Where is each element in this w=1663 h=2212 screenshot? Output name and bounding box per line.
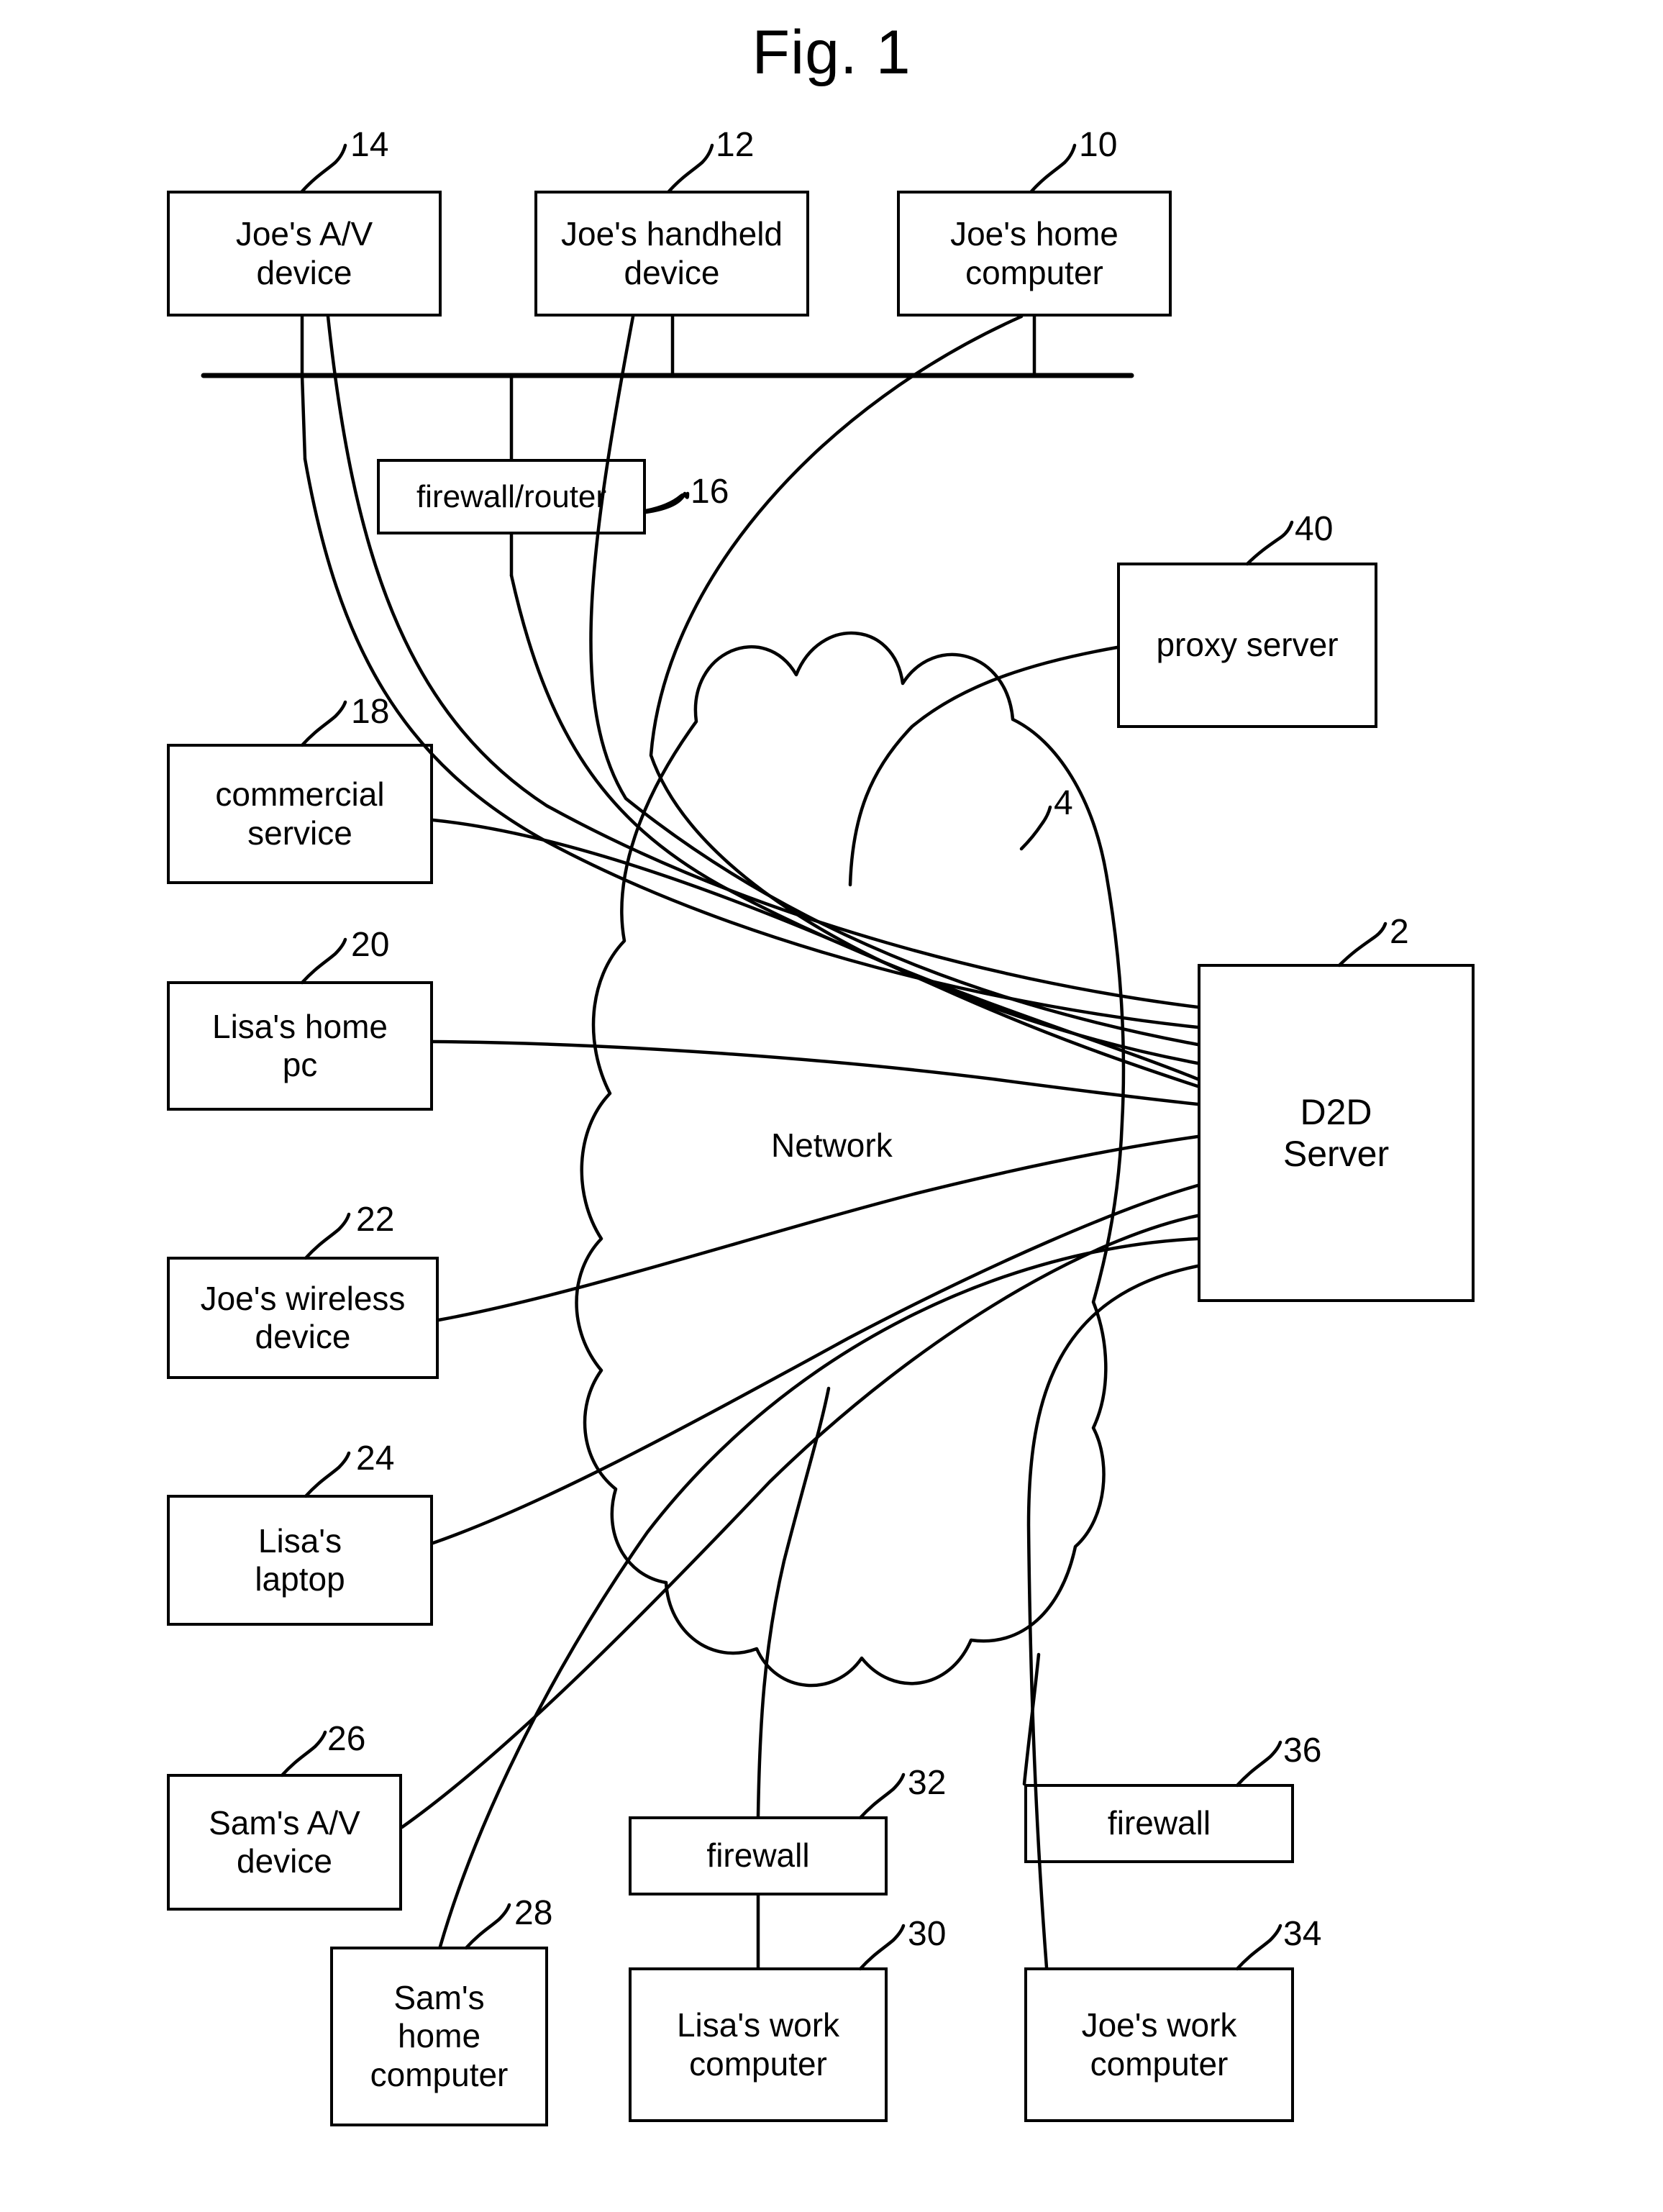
ref-numeral-10: 10 xyxy=(1079,126,1118,164)
node-label: Joe's handheld device xyxy=(560,215,783,291)
node-label: Sam's home computer xyxy=(370,1978,509,2093)
ref-numeral-24: 24 xyxy=(356,1439,395,1478)
ref-numeral-34: 34 xyxy=(1283,1915,1322,1953)
node-label: Lisa's laptop xyxy=(255,1521,345,1598)
node-firewall-router[interactable]: firewall/router xyxy=(377,459,646,534)
ref-numeral-26: 26 xyxy=(327,1720,366,1758)
leader-4 xyxy=(1019,805,1052,851)
ref-numeral-2: 2 xyxy=(1390,913,1409,951)
leader-14 xyxy=(300,143,347,194)
node-joes-handheld-device[interactable]: Joe's handheld device xyxy=(534,191,809,317)
node-firewall-lisa[interactable]: firewall xyxy=(629,1816,888,1895)
node-label: proxy server xyxy=(1156,626,1339,664)
node-d2d-server[interactable]: D2D Server xyxy=(1198,964,1475,1302)
leader-32 xyxy=(858,1772,906,1820)
link-lisalaptop-to-server xyxy=(431,1183,1200,1545)
link-samav-to-server xyxy=(400,1214,1200,1829)
node-firewall-joe[interactable]: firewall xyxy=(1024,1784,1294,1863)
node-label: Joe's wireless device xyxy=(200,1279,406,1355)
ref-numeral-12: 12 xyxy=(716,126,755,164)
node-label: D2D Server xyxy=(1282,1092,1390,1174)
node-proxy-server[interactable]: proxy server xyxy=(1117,563,1377,728)
node-label: firewall/router xyxy=(416,478,607,514)
leader-10 xyxy=(1029,143,1077,194)
leader-20 xyxy=(300,937,347,985)
node-sams-home-computer[interactable]: Sam's home computer xyxy=(330,1947,548,2126)
node-commercial-service[interactable]: commercial service xyxy=(167,744,433,884)
node-label: Joe's work computer xyxy=(1081,2006,1237,2083)
node-label: Lisa's work computer xyxy=(676,2006,840,2083)
ref-numeral-28: 28 xyxy=(514,1894,553,1932)
node-label: Joe's A/V device xyxy=(235,215,373,291)
leader-30 xyxy=(858,1924,906,1971)
node-joes-home-computer[interactable]: Joe's home computer xyxy=(897,191,1172,317)
ref-numeral-32: 32 xyxy=(908,1764,947,1802)
link-handheld-to-server xyxy=(589,314,1200,1047)
network-cloud-label: Network xyxy=(771,1127,893,1164)
leader-18 xyxy=(300,700,347,747)
link-router-to-server-1 xyxy=(303,457,1200,1029)
node-joes-wireless-device[interactable]: Joe's wireless device xyxy=(167,1257,439,1379)
node-joes-work-computer[interactable]: Joe's work computer xyxy=(1024,1967,1294,2122)
ref-numeral-40: 40 xyxy=(1295,510,1334,548)
node-lisas-work-computer[interactable]: Lisa's work computer xyxy=(629,1967,888,2122)
node-joes-av-device[interactable]: Joe's A/V device xyxy=(167,191,442,317)
bus-to-router-drop-1 xyxy=(300,373,307,461)
node-lisas-home-pc[interactable]: Lisa's home pc xyxy=(167,981,433,1111)
node-label: Lisa's home pc xyxy=(211,1007,388,1083)
link-firewall32-to-cloud xyxy=(756,1386,831,1819)
ref-numeral-18: 18 xyxy=(351,693,390,731)
node-label: firewall xyxy=(1107,1804,1211,1842)
ref-numeral-22: 22 xyxy=(356,1201,395,1239)
node-lisas-laptop[interactable]: Lisa's laptop xyxy=(167,1495,433,1626)
ref-numeral-30: 30 xyxy=(908,1915,947,1953)
leader-34 xyxy=(1235,1924,1282,1971)
node-label: commercial service xyxy=(215,775,385,852)
link-lisahomepc-to-server xyxy=(431,1039,1200,1106)
link-av-to-server xyxy=(326,314,1200,1009)
leader-40 xyxy=(1245,520,1294,566)
ref-numeral-20: 20 xyxy=(351,926,390,964)
leader-28 xyxy=(464,1903,511,1950)
leader-36 xyxy=(1235,1740,1282,1788)
patent-figure: Fig. 1 Joe's A/V device Joe's handheld d… xyxy=(0,0,1663,2212)
leader-26 xyxy=(280,1730,327,1778)
node-label: Joe's home computer xyxy=(950,215,1118,291)
node-label: Sam's A/V device xyxy=(209,1803,360,1880)
ref-numeral-36: 36 xyxy=(1283,1731,1322,1770)
node-sams-av-device[interactable]: Sam's A/V device xyxy=(167,1774,402,1911)
ref-numeral-4: 4 xyxy=(1054,784,1073,822)
ref-numeral-16: 16 xyxy=(691,473,729,511)
leader-12 xyxy=(667,143,714,194)
ref-numeral-14: 14 xyxy=(350,126,389,164)
node-label: firewall xyxy=(706,1836,810,1875)
link-commercial-to-server xyxy=(431,818,1200,1088)
link-proxy-to-cloud xyxy=(848,645,1119,887)
leader-24 xyxy=(304,1451,351,1498)
leader-22 xyxy=(304,1212,351,1260)
leader-2 xyxy=(1337,921,1388,968)
